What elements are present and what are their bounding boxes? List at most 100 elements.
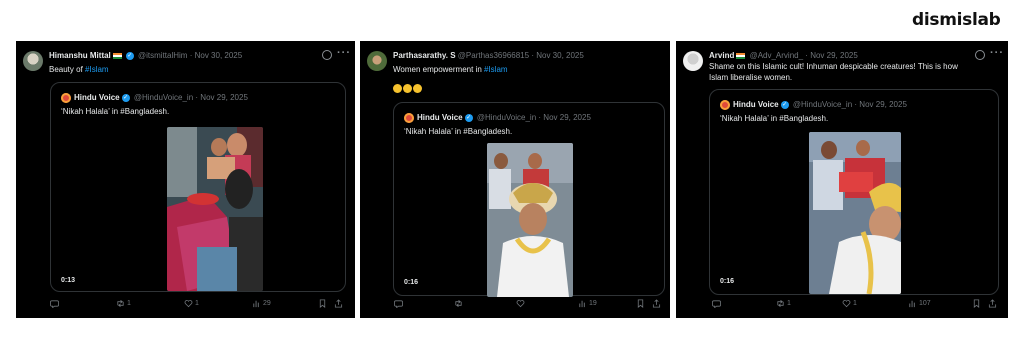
quoted-author-name[interactable]: Hindu Voice [74,93,120,102]
retweet-count: 1 [127,300,131,307]
hashtag-link[interactable]: #Islam [85,65,109,74]
retweet-count: 1 [787,300,791,307]
tweet-card-1[interactable]: Himanshu Mittal ✓ @itsmittalHim · Nov 30,… [16,41,355,318]
heart-icon [184,299,193,308]
tweet-header: Arvind @Adv_Arvind_ · Nov 29, 2025 [709,50,968,61]
reply-icon [394,299,403,308]
laughing-emoji-icon [403,84,412,94]
action-bar: 19 [392,298,663,310]
quoted-author-name[interactable]: Hindu Voice [417,113,463,122]
share-button[interactable] [652,298,663,309]
quoted-tweet-date[interactable]: Nov 29, 2025 [200,93,248,102]
retweet-button[interactable]: 1 [776,298,791,309]
retweet-icon [116,299,125,308]
quoted-tweet-date[interactable]: Nov 29, 2025 [543,113,591,122]
retweet-button[interactable] [454,298,465,309]
reply-icon [712,299,721,308]
author-handle[interactable]: @Adv_Arvind_ [750,51,803,60]
author-name[interactable]: Parthasarathy. S [393,51,456,60]
author-handle[interactable]: @Parthas36966815 [458,51,529,60]
like-button[interactable]: 1 [842,298,857,309]
share-icon [652,298,661,308]
tweet-date[interactable]: Nov 30, 2025 [536,51,584,60]
verified-badge-icon: ✓ [121,93,130,102]
grok-icon[interactable] [975,50,985,60]
views-button[interactable]: 29 [252,298,271,309]
quoted-tweet-header: Hindu Voice ✓ @HinduVoice_in · Nov 29, 20… [404,112,591,123]
views-button[interactable]: 107 [908,298,931,309]
video-thumbnail[interactable] [487,143,573,297]
separator: · [531,51,534,60]
grok-icon[interactable] [322,50,332,60]
quoted-tweet-text: ‘Nikah Halala’ in #Bangladesh. [720,114,829,123]
quoted-tweet[interactable]: Hindu Voice ✓ @HinduVoice_in · Nov 29, 20… [50,82,346,292]
emoji-row [393,83,423,94]
quoted-author-name[interactable]: Hindu Voice [733,100,779,109]
analytics-icon [578,299,587,308]
quoted-tweet[interactable]: Hindu Voice ✓ @HinduVoice_in · Nov 29, 20… [393,102,665,297]
tweet-date[interactable]: Nov 30, 2025 [195,51,243,60]
views-button[interactable]: 19 [578,298,597,309]
reply-button[interactable] [712,298,723,309]
tweet-date[interactable]: Nov 29, 2025 [810,51,858,60]
retweet-icon [776,299,785,308]
heart-icon [842,299,851,308]
separator: · [189,51,193,60]
tweet-text-body: Beauty of [49,65,86,74]
quoted-author-handle[interactable]: @HinduVoice_in [134,93,193,102]
tweet-text: Women empowerment in #Islam [393,64,508,75]
india-flag-icon [736,52,746,59]
author-name[interactable]: Himanshu Mittal [49,51,111,60]
retweet-button[interactable]: 1 [116,298,131,309]
video-thumbnail[interactable] [809,132,901,294]
view-count: 107 [919,300,931,307]
more-options-icon[interactable]: ··· [337,47,351,59]
quoted-author-handle[interactable]: @HinduVoice_in [477,113,536,122]
hashtag-link[interactable]: #Islam [484,65,508,74]
video-duration: 0:13 [61,277,76,284]
avatar[interactable] [367,51,387,71]
share-button[interactable] [988,298,999,309]
quoted-author-handle[interactable]: @HinduVoice_in [793,100,852,109]
avatar[interactable] [23,51,43,71]
tweet-text-line-1: Shame on this Islamic cult! Inhuman desp… [709,62,958,71]
quoted-tweet-text: ‘Nikah Halala’ in #Bangladesh. [404,127,513,136]
quoted-avatar[interactable] [61,92,71,103]
video-thumbnail[interactable] [167,127,263,291]
reply-button[interactable] [394,298,405,309]
tweet-text: Shame on this Islamic cult! Inhuman desp… [709,61,958,83]
heart-icon [516,299,525,308]
quoted-tweet[interactable]: Hindu Voice ✓ @HinduVoice_in · Nov 29, 20… [709,89,999,295]
tweet-card-3[interactable]: Arvind @Adv_Arvind_ · Nov 29, 2025 ··· S… [676,41,1008,318]
laughing-emoji-icon [413,84,422,94]
tweet-header: Himanshu Mittal ✓ @itsmittalHim · Nov 30,… [49,50,315,61]
quoted-tweet-text: ‘Nikah Halala’ in #Bangladesh. [61,107,170,116]
reply-button[interactable] [50,298,61,309]
verified-badge-icon: ✓ [464,113,473,122]
verified-badge-icon: ✓ [780,100,789,109]
quoted-avatar[interactable] [404,112,414,123]
dismislab-logo: dismislab [912,10,1001,30]
share-icon [334,298,343,308]
bookmark-icon [636,299,645,308]
quoted-tweet-header: Hindu Voice ✓ @HinduVoice_in · Nov 29, 20… [61,92,248,103]
bookmark-button[interactable] [636,298,647,309]
author-handle[interactable]: @itsmittalHim [138,51,187,60]
share-button[interactable] [334,298,345,309]
quoted-avatar[interactable] [720,99,730,110]
like-button[interactable]: 1 [184,298,199,309]
quoted-tweet-date[interactable]: Nov 29, 2025 [859,100,907,109]
analytics-icon [252,299,261,308]
bookmark-button[interactable] [972,298,983,309]
more-options-icon[interactable]: ··· [990,47,1004,59]
laughing-emoji-icon [393,84,402,94]
bookmark-button[interactable] [318,298,329,309]
tweet-card-2[interactable]: Parthasarathy. S @Parthas36966815 · Nov … [360,41,670,318]
avatar[interactable] [683,51,703,71]
analytics-icon [908,299,917,308]
like-button[interactable] [516,298,527,309]
author-name[interactable]: Arvind [709,51,734,60]
like-count: 1 [195,300,199,307]
view-count: 19 [589,300,597,307]
video-duration: 0:16 [404,279,419,286]
